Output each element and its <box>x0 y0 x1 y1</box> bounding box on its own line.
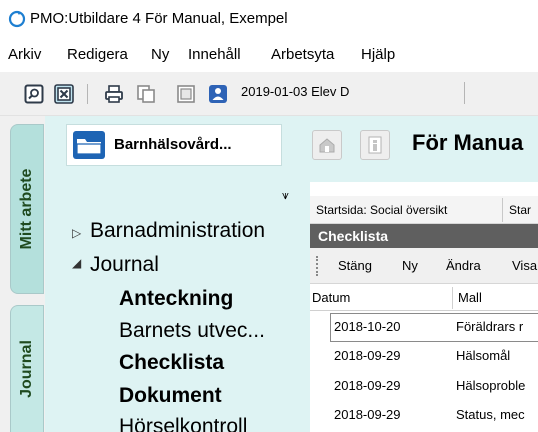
patient-name: Barnhälsovård... <box>114 136 232 153</box>
table-row[interactable]: 2018-09-29 Status, mec <box>310 401 538 430</box>
pin-icon[interactable]: ⩛ <box>282 188 289 203</box>
menu-arkiv[interactable]: Arkiv <box>8 46 41 63</box>
refresh-circle-icon <box>8 10 26 28</box>
menu-arbetsyta[interactable]: Arbetsyta <box>271 46 334 63</box>
tab-label: Journal <box>18 340 35 398</box>
tab-label: Mitt arbete <box>18 168 35 250</box>
cell-date: 2018-09-29 <box>334 378 401 393</box>
close-window-icon[interactable] <box>54 84 74 104</box>
cell-date: 2018-09-29 <box>334 348 401 363</box>
home-icon <box>319 138 335 153</box>
edit-button[interactable]: Ändra <box>446 258 481 273</box>
table-row[interactable]: 2018-09-29 Hälsomål <box>310 342 538 371</box>
cell-template: Status, mec <box>456 407 525 422</box>
breadcrumb-item[interactable]: Star <box>509 203 531 217</box>
column-header-mall[interactable]: Mall <box>458 290 482 305</box>
page-title: För Manua <box>412 130 524 155</box>
home-button[interactable] <box>312 130 342 160</box>
section-title: Checklista <box>318 228 389 244</box>
tree-item-dokument[interactable]: Dokument <box>119 383 222 409</box>
copy-icon[interactable] <box>136 84 156 104</box>
menu-innehall[interactable]: Innehåll <box>188 46 241 63</box>
tab-journal[interactable]: Journal <box>10 305 44 432</box>
folder-icon <box>73 131 105 159</box>
tree-item-anteckning[interactable]: Anteckning <box>119 286 233 312</box>
menu-hjalp[interactable]: Hjälp <box>361 46 395 63</box>
cell-template: Hälsomål <box>456 348 511 363</box>
info-button[interactable] <box>360 130 390 160</box>
toolbar-grip[interactable] <box>316 256 318 276</box>
document-icon[interactable] <box>176 84 196 104</box>
menu-redigera[interactable]: Redigera <box>67 46 128 63</box>
context-date-student: 2019-01-03 Elev D <box>241 84 350 99</box>
person-icon[interactable] <box>208 84 228 104</box>
row-focus-outline <box>330 313 538 342</box>
window-title: PMO:Utbildare 4 För Manual, Exempel <box>30 10 288 27</box>
breadcrumb-separator <box>502 198 503 222</box>
cell-date: 2018-09-29 <box>334 407 401 422</box>
new-button[interactable]: Ny <box>402 258 418 273</box>
column-header-datum[interactable]: Datum <box>312 290 350 305</box>
breadcrumb-item[interactable]: Startsida: Social översikt <box>316 203 447 217</box>
menu-bar: Arkiv Redigera Ny Innehåll Arbetsyta Hjä… <box>0 38 538 72</box>
info-icon <box>368 136 382 154</box>
tree-item-journal[interactable]: Journal <box>90 252 159 278</box>
table-row[interactable]: 2018-09-29 Hälsoproble <box>310 372 538 401</box>
print-icon[interactable] <box>104 84 124 104</box>
column-separator[interactable] <box>452 287 453 309</box>
toolbar-separator <box>87 84 88 104</box>
search-window-icon[interactable] <box>24 84 44 104</box>
tree-item-barnadministration[interactable]: Barnadministration <box>90 218 265 244</box>
view-button[interactable]: Visa <box>512 258 537 273</box>
tree-item-horselkontroll[interactable]: Hörselkontroll <box>119 414 247 432</box>
tree-item-barnets-utveckling[interactable]: Barnets utvec... <box>119 318 265 344</box>
menu-ny[interactable]: Ny <box>151 46 169 63</box>
tree-item-checklista[interactable]: Checklista <box>119 350 224 376</box>
cell-template: Hälsoproble <box>456 378 526 393</box>
expand-icon[interactable]: ▷ <box>72 226 81 240</box>
toolbar-separator <box>464 82 465 104</box>
close-button[interactable]: Stäng <box>338 258 372 273</box>
collapse-icon[interactable]: ◢ <box>72 256 81 270</box>
tab-mitt-arbete[interactable]: Mitt arbete <box>10 124 44 294</box>
